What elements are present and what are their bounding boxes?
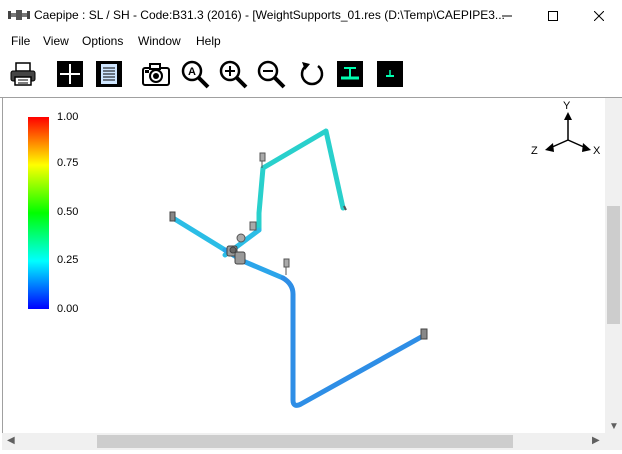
maximize-button[interactable]	[530, 0, 576, 31]
scrollbar-corner	[605, 433, 622, 450]
scroll-down-arrow-icon[interactable]: ▼	[609, 421, 619, 432]
toolbar: A	[0, 51, 622, 98]
printer-icon	[10, 62, 36, 86]
camera-button[interactable]	[141, 59, 171, 89]
menu-options[interactable]: Options	[82, 34, 123, 48]
svg-text:A: A	[188, 66, 196, 78]
zoom-in-button[interactable]	[218, 59, 248, 89]
axis-label-x: X	[593, 145, 601, 157]
horizontal-scroll-thumb[interactable]	[97, 435, 513, 448]
grid-button[interactable]	[55, 59, 85, 89]
menu-file[interactable]: File	[11, 34, 30, 48]
close-icon	[594, 10, 604, 21]
zoom-out-icon	[257, 60, 286, 89]
camera-icon	[142, 63, 170, 86]
window-bottom-border	[0, 450, 622, 454]
minimize-icon	[502, 15, 512, 16]
axis-label-z: Z	[531, 145, 538, 157]
maximize-icon	[548, 10, 558, 21]
scroll-left-arrow-icon[interactable]: ◀	[7, 435, 15, 446]
list-button[interactable]	[94, 59, 124, 89]
small-support-button[interactable]	[375, 59, 405, 89]
support-button[interactable]	[335, 59, 365, 89]
vertical-scroll-thumb[interactable]	[607, 206, 620, 324]
crosshair-icon	[57, 61, 83, 87]
rotate-button[interactable]	[297, 59, 327, 89]
zoom-all-button[interactable]: A	[180, 59, 210, 89]
rotate-icon	[300, 62, 324, 86]
horizontal-scrollbar[interactable]: ◀ ▶	[2, 433, 605, 450]
menu-window[interactable]: Window	[138, 34, 181, 48]
menu-view[interactable]: View	[43, 34, 69, 48]
vertical-scrollbar[interactable]: ▼	[605, 98, 622, 433]
zoom-all-icon: A	[181, 60, 210, 89]
axis-label-y: Y	[563, 100, 571, 112]
small-support-icon	[377, 61, 403, 87]
model-viewport[interactable]: 1.00 0.75 0.50 0.25 0.00 Y Z X	[2, 98, 606, 433]
zoom-in-icon	[219, 60, 248, 89]
pipe-model	[169, 128, 428, 408]
scroll-right-arrow-icon[interactable]: ▶	[592, 435, 600, 446]
title-bar: Caepipe : SL / SH - Code:B31.3 (2016) - …	[0, 0, 622, 31]
minimize-button[interactable]	[484, 0, 530, 31]
support-icon	[337, 61, 363, 87]
menu-bar: File View Options Window Help	[0, 31, 622, 51]
menu-help[interactable]: Help	[196, 34, 221, 48]
caepipe-logo-icon	[8, 10, 30, 20]
document-icon	[96, 61, 122, 87]
window-title: Caepipe : SL / SH - Code:B31.3 (2016) - …	[34, 8, 505, 22]
zoom-out-button[interactable]	[256, 59, 286, 89]
close-button[interactable]	[576, 0, 622, 31]
print-button[interactable]	[8, 59, 38, 89]
